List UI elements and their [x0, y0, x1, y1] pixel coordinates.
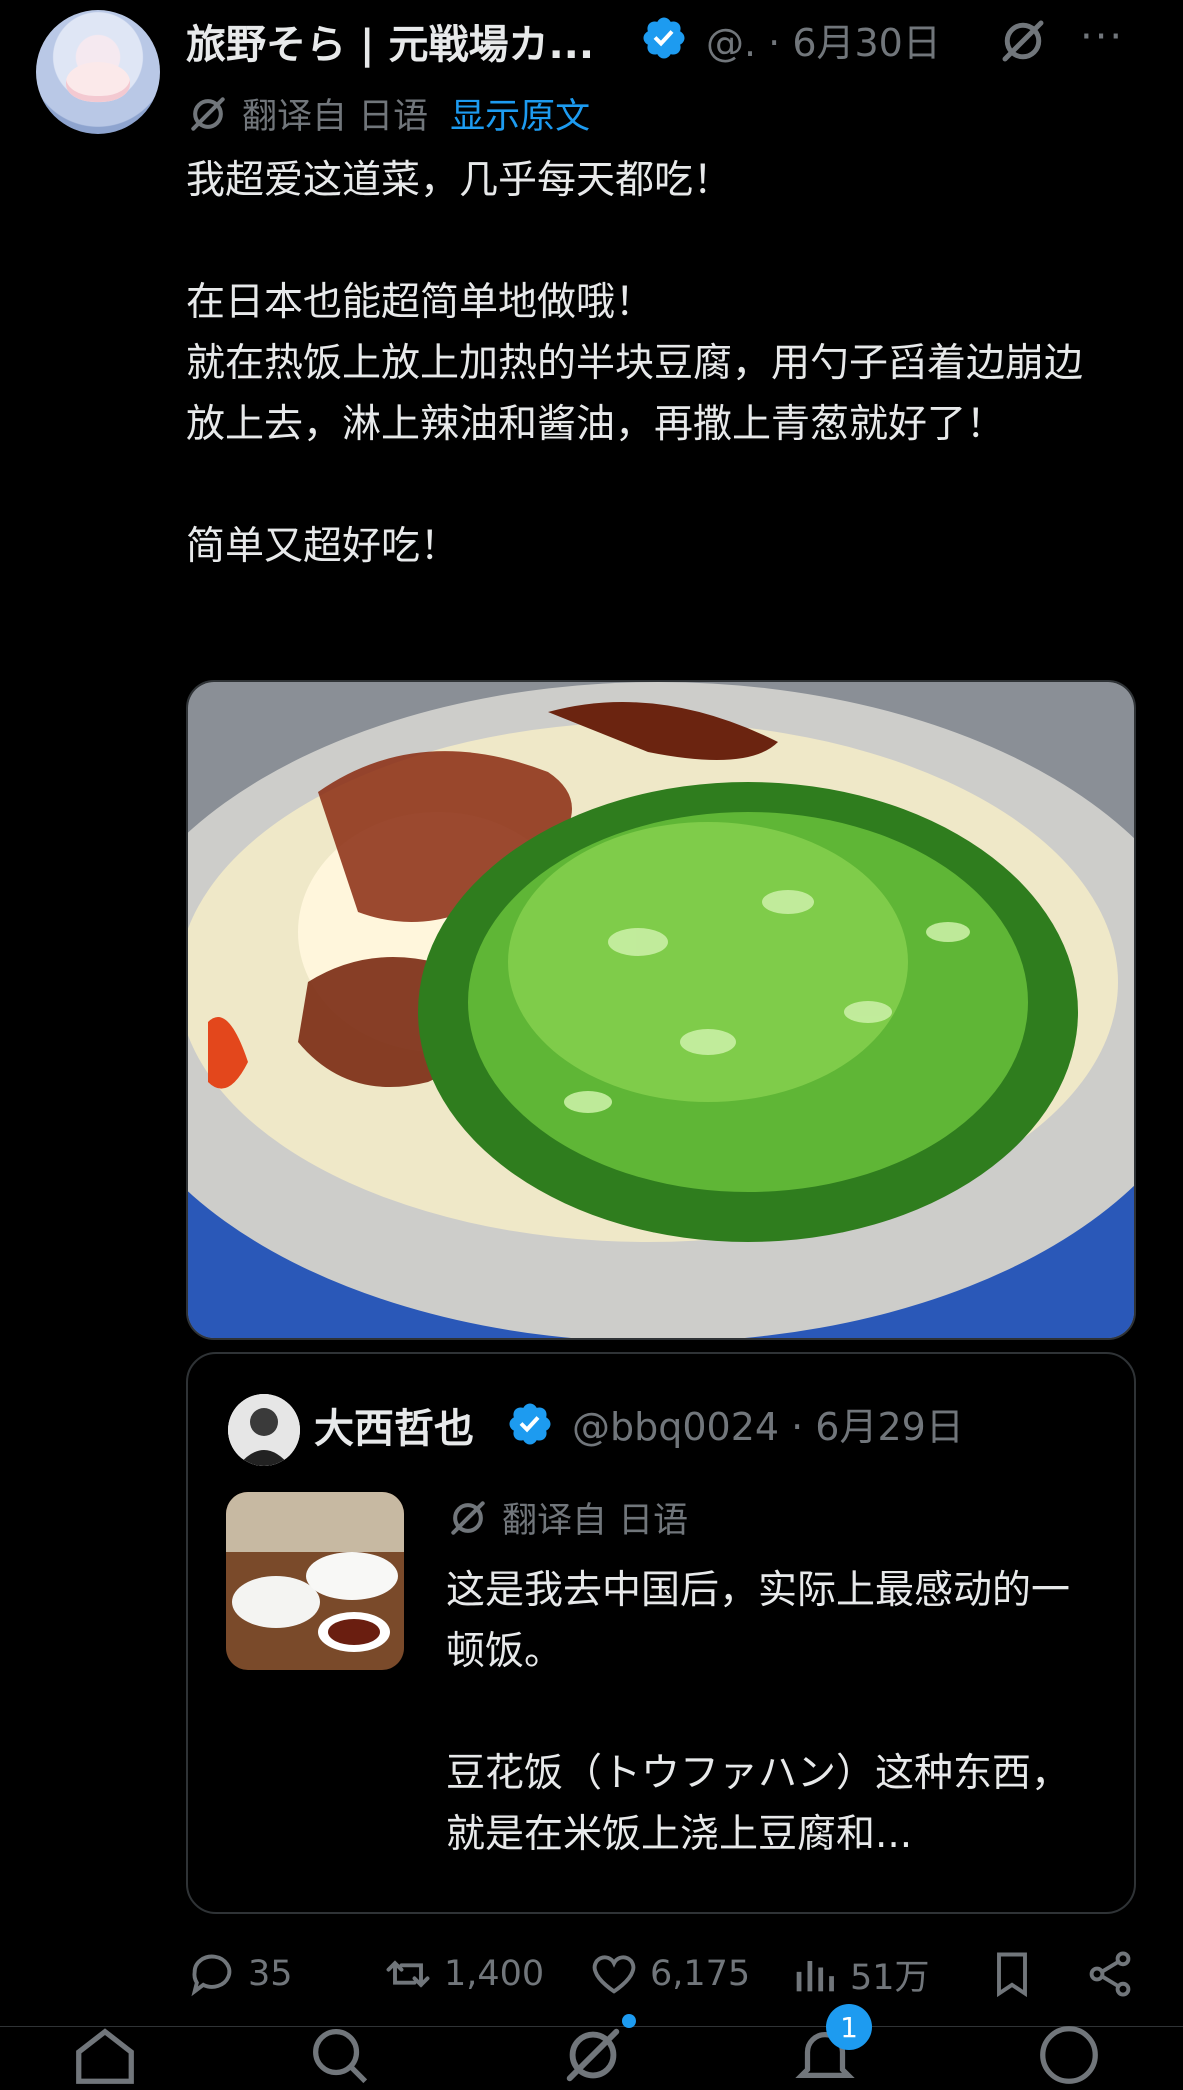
reply-icon	[191, 1954, 232, 1997]
share-button[interactable]	[1084, 1948, 1136, 2000]
tweet-photo[interactable]	[186, 680, 1136, 1340]
author-handle-date[interactable]: @. · 6月30日	[706, 12, 941, 67]
translation-row: 翻译自 日语 显示原文	[186, 88, 590, 139]
quoted-tweet[interactable]: 大西哲也 @bbq0024 · 6月29日 翻译自 日语 这是我去中国后，实际上…	[186, 1352, 1136, 1914]
reply-button[interactable]: 35	[186, 1948, 293, 2000]
quoted-handle-date: @bbq0024 · 6月29日	[572, 1405, 964, 1449]
quoted-author-avatar[interactable]	[228, 1394, 300, 1466]
bookmark-icon	[997, 1952, 1027, 1998]
tweet-text: 我超爱这道菜，几乎每天都吃！ 在日本也能超简单地做哦！ 就在热饭上放上加热的半块…	[186, 158, 1084, 569]
tweet-action-bar: 35 1,400 6,175 51万	[186, 1948, 1146, 2008]
translate-icon	[191, 96, 225, 131]
quoted-translated-label: 翻译自 日语	[502, 1501, 689, 1541]
view-count: 51万	[850, 1957, 930, 1998]
show-original-link[interactable]: 显示原文	[450, 88, 590, 139]
verified-badge-icon	[509, 1403, 551, 1445]
more-icon[interactable]: ···	[1080, 14, 1124, 60]
messages-icon[interactable]	[1034, 2020, 1104, 2090]
home-icon[interactable]	[70, 2020, 140, 2090]
quoted-translation-row: 翻译自 日语	[446, 1492, 688, 1543]
views-button[interactable]: 51万	[788, 1948, 930, 2000]
like-button[interactable]: 6,175	[588, 1948, 750, 2000]
search-icon[interactable]	[304, 2020, 374, 2090]
grok-nav-icon[interactable]	[558, 2020, 628, 2090]
author-avatar[interactable]	[36, 10, 160, 134]
like-count: 6,175	[650, 1954, 751, 1994]
quoted-author-name[interactable]: 大西哲也	[314, 1396, 474, 1454]
author-display-name[interactable]: 旅野そら | 元戦場カ...	[186, 12, 594, 70]
repost-count: 1,400	[444, 1954, 545, 1994]
like-icon	[592, 1955, 636, 1994]
quoted-photo-thumbnail[interactable]	[226, 1492, 404, 1670]
translated-from-label: 翻译自 日语	[242, 97, 429, 137]
grok-nav-dot	[622, 2014, 636, 2028]
grok-icon[interactable]	[996, 14, 1050, 68]
verified-badge-icon	[643, 17, 685, 59]
translate-icon	[451, 1500, 485, 1535]
share-icon	[1089, 1951, 1131, 1997]
reply-count: 35	[248, 1954, 293, 1994]
notifications-badge: 1	[826, 2004, 872, 2050]
quoted-tweet-text: 这是我去中国后，实际上最感动的一顿饭。 豆花饭（トウファハン）这种东西，就是在米…	[446, 1568, 1071, 1857]
bookmark-button[interactable]	[986, 1948, 1038, 2000]
repost-icon	[386, 1960, 430, 1988]
repost-button[interactable]: 1,400	[382, 1948, 544, 2000]
views-icon	[796, 1961, 834, 1992]
tofu-dish-image	[188, 682, 1134, 1338]
